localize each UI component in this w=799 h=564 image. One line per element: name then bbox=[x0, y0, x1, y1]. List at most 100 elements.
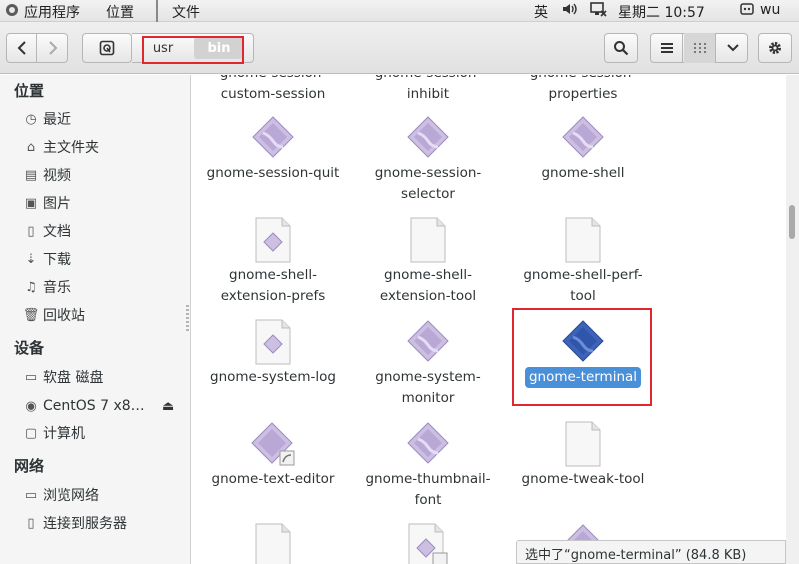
view-options-button[interactable] bbox=[717, 33, 749, 63]
file-label: gnome-session- bbox=[374, 165, 482, 181]
user-menu[interactable]: wu bbox=[760, 2, 780, 18]
sidebar-item-browse-network[interactable]: ▭ 浏览网络 bbox=[22, 484, 99, 506]
sidebar-item-documents[interactable]: ▯ 文档 bbox=[22, 220, 71, 242]
history-nav bbox=[6, 33, 68, 63]
sidebar-item-label: 最近 bbox=[43, 112, 71, 128]
executable-icon bbox=[252, 116, 294, 158]
executable-icon bbox=[562, 116, 604, 158]
sidebar-item-label: 回收站 bbox=[43, 308, 85, 324]
settings-button[interactable] bbox=[758, 33, 792, 63]
file-label: gnome-text-editor bbox=[211, 471, 335, 487]
sidebar-item-label: 视频 bbox=[43, 168, 71, 184]
text-file-icon bbox=[565, 421, 601, 467]
places-menu[interactable]: 位置 bbox=[106, 2, 134, 22]
sidebar-item-downloads[interactable]: ⇣ 下载 bbox=[22, 248, 71, 270]
sidebar-item-floppy[interactable]: ▭ 软盘 磁盘 bbox=[22, 366, 104, 388]
sidebar-item-recent[interactable]: ◷ 最近 bbox=[22, 108, 71, 130]
sidebar-item-pictures[interactable]: ▣ 图片 bbox=[22, 192, 71, 214]
file-item[interactable]: gnome-tweak-tool bbox=[508, 421, 658, 490]
trash-icon: 🗑 bbox=[22, 307, 40, 323]
file-item[interactable]: gnome-text-editor bbox=[198, 421, 348, 490]
sidebar-item-label: 音乐 bbox=[43, 280, 71, 296]
devices-heading: 设备 bbox=[14, 339, 45, 357]
file-item[interactable]: gnome-system- monitor bbox=[353, 319, 503, 409]
file-item[interactable]: gnome-shell bbox=[508, 115, 658, 184]
file-item[interactable]: gnome-shell-perf- tool bbox=[508, 217, 658, 307]
sidebar-item-centos[interactable]: ◉ CentOS 7 x8… bbox=[22, 395, 145, 417]
sidebar-item-label: 主文件夹 bbox=[43, 140, 99, 156]
sidebar-item-label: 图片 bbox=[43, 196, 71, 212]
top-panel: 应用程序 位置 文件 英 星期二 10:57 wu bbox=[0, 0, 799, 22]
file-item[interactable]: gnome-session- custom-session bbox=[198, 75, 348, 105]
sidebar-item-music[interactable]: ♫ 音乐 bbox=[22, 276, 71, 298]
file-label: gnome-session- bbox=[530, 75, 637, 84]
sidebar-item-videos[interactable]: ▤ 视频 bbox=[22, 164, 71, 186]
back-button[interactable] bbox=[7, 33, 37, 63]
file-label: custom-session bbox=[220, 86, 326, 102]
network-heading: 网络 bbox=[14, 457, 45, 475]
script-link-icon bbox=[408, 523, 448, 564]
highlight-box-terminal bbox=[512, 308, 652, 406]
text-file-icon bbox=[255, 523, 291, 564]
file-item[interactable]: gnome-shell- extension-tool bbox=[353, 217, 503, 307]
sidebar-item-label: 连接到服务器 bbox=[43, 516, 127, 532]
download-icon: ⇣ bbox=[25, 251, 37, 267]
sidebar-item-connect-server[interactable]: ▯ 连接到服务器 bbox=[22, 512, 127, 534]
file-item[interactable]: gnome-session- properties bbox=[508, 75, 658, 105]
chevron-right-icon bbox=[49, 41, 58, 55]
file-label: tool bbox=[570, 288, 596, 304]
file-item[interactable]: gnome-shell- extension-prefs bbox=[198, 217, 348, 307]
grid-view-button[interactable] bbox=[684, 33, 716, 63]
sidebar-item-trash[interactable]: 🗑 回收站 bbox=[22, 304, 85, 326]
list-view-button[interactable] bbox=[651, 33, 683, 63]
vertical-scrollbar[interactable] bbox=[786, 75, 799, 564]
file-label: gnome-shell- bbox=[229, 267, 317, 283]
sidebar-resize-handle[interactable] bbox=[186, 305, 189, 331]
forward-button[interactable] bbox=[38, 33, 68, 63]
volume-icon[interactable] bbox=[562, 2, 578, 20]
sidebar-item-label: CentOS 7 x8… bbox=[43, 398, 145, 414]
executable-icon bbox=[407, 422, 449, 464]
sidebar-item-home[interactable]: ⌂ 主文件夹 bbox=[22, 136, 99, 158]
grid-icon bbox=[693, 43, 706, 53]
sidebar-item-label: 计算机 bbox=[43, 426, 85, 442]
file-label: gnome-thumbnail- bbox=[365, 471, 491, 487]
file-label: font bbox=[414, 492, 442, 508]
apps-menu-icon[interactable] bbox=[4, 2, 20, 19]
user-icon[interactable] bbox=[740, 2, 754, 20]
input-method[interactable]: 英 bbox=[534, 2, 548, 22]
file-item[interactable] bbox=[353, 523, 503, 564]
view-controls bbox=[650, 33, 748, 63]
apps-menu[interactable]: 应用程序 bbox=[24, 2, 80, 22]
clock[interactable]: 星期二 10:57 bbox=[618, 2, 705, 22]
window-menu[interactable]: 文件 bbox=[172, 2, 200, 22]
file-label: extension-tool bbox=[379, 288, 477, 304]
sidebar-item-computer[interactable]: ▢ 计算机 bbox=[22, 422, 85, 444]
root-location-button[interactable] bbox=[82, 33, 132, 63]
chevron-left-icon bbox=[17, 41, 26, 55]
file-item[interactable]: gnome-system-log bbox=[198, 319, 348, 388]
file-label: gnome-tweak-tool bbox=[521, 471, 645, 487]
file-item[interactable]: gnome-session- selector bbox=[353, 115, 503, 205]
text-file-icon bbox=[565, 217, 601, 263]
search-icon bbox=[614, 41, 629, 56]
search-button[interactable] bbox=[604, 33, 638, 63]
music-icon: ♫ bbox=[25, 279, 37, 295]
file-item[interactable]: gnome-session- inhibit bbox=[353, 75, 503, 105]
file-label: gnome-shell bbox=[541, 165, 625, 181]
file-label: inhibit bbox=[406, 86, 450, 102]
file-item[interactable]: gnome-session-quit bbox=[198, 115, 348, 184]
header-bar: usr bin bbox=[0, 22, 799, 74]
document-icon: ▯ bbox=[27, 223, 35, 239]
file-item[interactable] bbox=[198, 523, 348, 564]
scroll-thumb[interactable] bbox=[789, 205, 795, 239]
server-icon: ▯ bbox=[27, 515, 35, 531]
floppy-icon: ▭ bbox=[24, 369, 38, 385]
eject-icon[interactable]: ⏏ bbox=[162, 399, 174, 414]
file-item[interactable]: gnome-thumbnail- font bbox=[353, 421, 503, 511]
highlight-box-path bbox=[142, 36, 244, 64]
file-label: gnome-system- bbox=[375, 369, 481, 385]
script-file-icon bbox=[255, 319, 291, 365]
disc-icon: ◉ bbox=[25, 398, 37, 414]
network-status-icon[interactable] bbox=[590, 2, 608, 22]
